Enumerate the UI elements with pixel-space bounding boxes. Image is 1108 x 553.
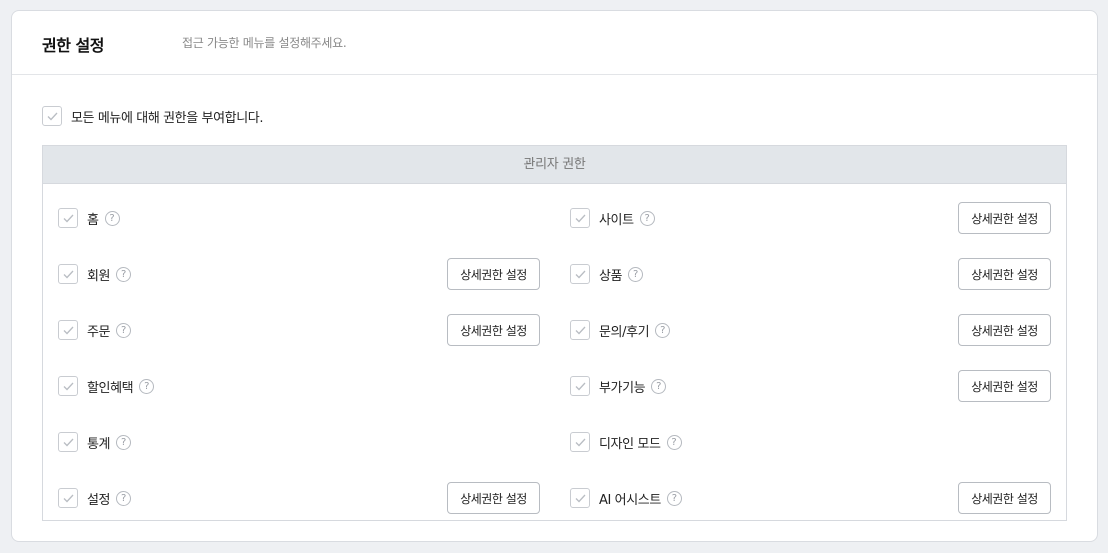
product-detail-settings-button[interactable]: 상세권한 설정 bbox=[958, 258, 1051, 290]
permission-item-settings[interactable]: 설정 ? bbox=[58, 482, 132, 514]
permission-item-design-mode[interactable]: 디자인 모드 ? bbox=[570, 426, 682, 458]
permission-label: 회원 bbox=[87, 268, 111, 284]
inquiry-review-detail-settings-button[interactable]: 상세권한 설정 bbox=[958, 314, 1051, 346]
ai-assist-checkbox[interactable] bbox=[570, 488, 590, 508]
permission-label: 문의/후기 bbox=[599, 324, 650, 340]
check-icon bbox=[47, 112, 58, 121]
ai-assist-detail-settings-button[interactable]: 상세권한 설정 bbox=[958, 482, 1051, 514]
check-icon bbox=[63, 214, 74, 223]
all-menu-permission-row[interactable]: 모든 메뉴에 대해 권한을 부여합니다. bbox=[42, 106, 263, 126]
help-icon[interactable]: ? bbox=[666, 434, 682, 450]
permission-label: 상품 bbox=[599, 268, 623, 284]
admin-permission-heading: 관리자 권한 bbox=[43, 146, 1066, 184]
check-icon bbox=[575, 438, 586, 447]
design-mode-checkbox[interactable] bbox=[570, 432, 590, 452]
check-icon bbox=[575, 214, 586, 223]
permission-item-stats[interactable]: 통계 ? bbox=[58, 426, 132, 458]
check-icon bbox=[63, 438, 74, 447]
permission-item-inquiry-review[interactable]: 문의/후기 ? bbox=[570, 314, 671, 346]
order-detail-settings-button[interactable]: 상세권한 설정 bbox=[447, 314, 540, 346]
all-menu-label: 모든 메뉴에 대해 권한을 부여합니다. bbox=[71, 110, 264, 126]
permission-settings-card: 권한 설정 접근 가능한 메뉴를 설정해주세요. 모든 메뉴에 대해 권한을 부… bbox=[11, 10, 1098, 542]
permission-item-addons[interactable]: 부가기능 ? bbox=[570, 370, 667, 402]
help-icon[interactable]: ? bbox=[628, 266, 644, 282]
permission-item-ai-assist[interactable]: AI 어시스트 ? bbox=[570, 482, 682, 514]
order-checkbox[interactable] bbox=[58, 320, 78, 340]
member-checkbox[interactable] bbox=[58, 264, 78, 284]
permission-label: AI 어시스트 bbox=[599, 492, 661, 508]
help-icon[interactable]: ? bbox=[639, 210, 655, 226]
help-icon[interactable]: ? bbox=[666, 490, 682, 506]
help-icon[interactable]: ? bbox=[116, 266, 132, 282]
permission-label: 홈 bbox=[87, 212, 99, 228]
settings-detail-settings-button[interactable]: 상세권한 설정 bbox=[447, 482, 540, 514]
check-icon bbox=[575, 270, 586, 279]
permission-item-home[interactable]: 홈 ? bbox=[58, 202, 120, 234]
site-detail-settings-button[interactable]: 상세권한 설정 bbox=[958, 202, 1051, 234]
product-checkbox[interactable] bbox=[570, 264, 590, 284]
page-title: 권한 설정 bbox=[42, 36, 104, 55]
check-icon bbox=[575, 326, 586, 335]
permission-label: 디자인 모드 bbox=[599, 436, 661, 452]
check-icon bbox=[575, 494, 586, 503]
addons-checkbox[interactable] bbox=[570, 376, 590, 396]
permission-label: 통계 bbox=[87, 436, 111, 452]
permission-item-member[interactable]: 회원 ? bbox=[58, 258, 132, 290]
check-icon bbox=[63, 382, 74, 391]
stats-checkbox[interactable] bbox=[58, 432, 78, 452]
member-detail-settings-button[interactable]: 상세권한 설정 bbox=[447, 258, 540, 290]
check-icon bbox=[63, 494, 74, 503]
help-icon[interactable]: ? bbox=[139, 378, 155, 394]
help-icon[interactable]: ? bbox=[116, 434, 132, 450]
site-checkbox[interactable] bbox=[570, 208, 590, 228]
inquiry-review-checkbox[interactable] bbox=[570, 320, 590, 340]
admin-permission-table: 관리자 권한 홈 ? 회원 ? 상세권한 설정 주문 ? 상세권한 설정 할인혜… bbox=[42, 145, 1067, 521]
permission-label: 할인혜택 bbox=[87, 380, 134, 396]
all-menu-checkbox[interactable] bbox=[42, 106, 62, 126]
check-icon bbox=[575, 382, 586, 391]
permission-item-order[interactable]: 주문 ? bbox=[58, 314, 132, 346]
home-checkbox[interactable] bbox=[58, 208, 78, 228]
permission-label: 사이트 bbox=[599, 212, 634, 228]
permission-label: 설정 bbox=[87, 492, 111, 508]
permission-item-product[interactable]: 상품 ? bbox=[570, 258, 644, 290]
discount-checkbox[interactable] bbox=[58, 376, 78, 396]
permission-label: 부가기능 bbox=[599, 380, 646, 396]
help-icon[interactable]: ? bbox=[116, 490, 132, 506]
page-description: 접근 가능한 메뉴를 설정해주세요. bbox=[182, 36, 347, 50]
permission-item-site[interactable]: 사이트 ? bbox=[570, 202, 655, 234]
card-header: 권한 설정 접근 가능한 메뉴를 설정해주세요. bbox=[12, 11, 1097, 75]
check-icon bbox=[63, 326, 74, 335]
help-icon[interactable]: ? bbox=[104, 210, 120, 226]
help-icon[interactable]: ? bbox=[116, 322, 132, 338]
permission-item-discount[interactable]: 할인혜택 ? bbox=[58, 370, 155, 402]
addons-detail-settings-button[interactable]: 상세권한 설정 bbox=[958, 370, 1051, 402]
help-icon[interactable]: ? bbox=[655, 322, 671, 338]
help-icon[interactable]: ? bbox=[651, 378, 667, 394]
check-icon bbox=[63, 270, 74, 279]
permission-label: 주문 bbox=[87, 324, 111, 340]
settings-checkbox[interactable] bbox=[58, 488, 78, 508]
